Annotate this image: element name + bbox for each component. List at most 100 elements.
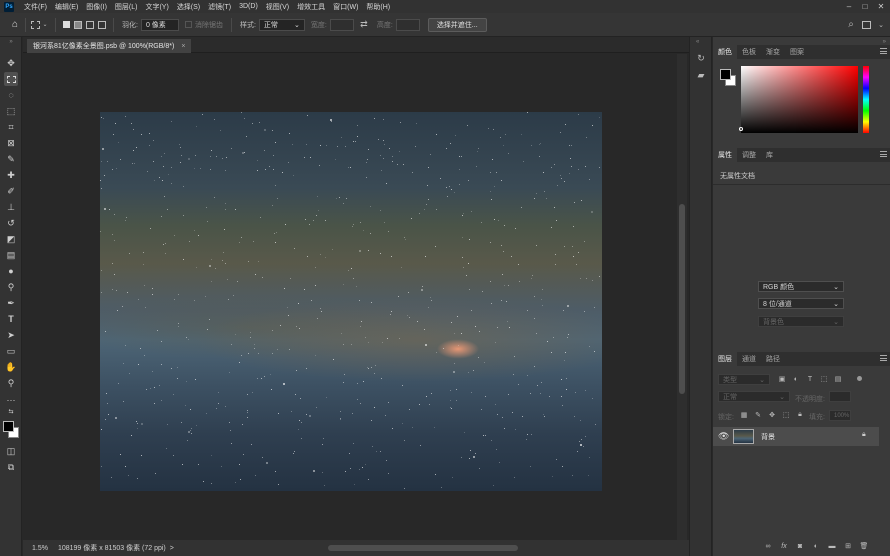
shape-filter-icon[interactable]: ⬚ bbox=[819, 374, 829, 384]
maximize-icon[interactable]: □ bbox=[858, 0, 872, 13]
frame-tool-icon[interactable]: ⊠ bbox=[4, 136, 18, 150]
lasso-tool-icon[interactable]: ◌ bbox=[4, 88, 18, 102]
marquee-tool-icon[interactable] bbox=[4, 72, 18, 86]
menu-plugins[interactable]: 增效工具 bbox=[293, 2, 329, 12]
add-selection-icon[interactable] bbox=[74, 20, 82, 29]
tab-channels[interactable]: 通道 bbox=[737, 352, 761, 366]
feather-input[interactable]: 0 像素 bbox=[140, 18, 179, 31]
layer-row[interactable]: 👁︎ 背景 🔒︎ bbox=[713, 427, 879, 446]
select-and-mask-button[interactable]: 选择并遮住... bbox=[427, 17, 487, 32]
comments-panel-icon[interactable]: ▰ bbox=[696, 70, 706, 80]
subtract-selection-icon[interactable] bbox=[86, 20, 94, 29]
intersect-selection-icon[interactable] bbox=[98, 20, 106, 29]
lock-transparent-icon[interactable]: ▦ bbox=[739, 410, 749, 420]
tab-adjustments[interactable]: 调整 bbox=[737, 148, 761, 162]
marquee-preset-icon[interactable] bbox=[31, 20, 40, 29]
color-picker-field[interactable] bbox=[741, 66, 858, 133]
zoom-level[interactable]: 1.5% bbox=[32, 545, 48, 552]
menu-view[interactable]: 视图(V) bbox=[262, 2, 293, 12]
home-icon[interactable]: ⌂ bbox=[10, 19, 20, 30]
filter-toggle-icon[interactable] bbox=[857, 376, 862, 381]
dodge-tool-icon[interactable]: ⚲ bbox=[4, 280, 18, 294]
zoom-tool-icon[interactable]: ⚲ bbox=[4, 376, 18, 390]
more-tools-icon[interactable]: ··· bbox=[4, 393, 18, 407]
close-window-icon[interactable]: ✕ bbox=[874, 0, 888, 13]
background-select[interactable]: 背景色 ⌄ bbox=[758, 316, 844, 327]
menu-type[interactable]: 文字(Y) bbox=[141, 2, 172, 12]
lock-artboard-icon[interactable]: ⬚ bbox=[781, 410, 791, 420]
blur-tool-icon[interactable]: ● bbox=[4, 264, 18, 278]
tab-properties[interactable]: 属性 bbox=[713, 148, 737, 162]
fg-swatch[interactable] bbox=[720, 69, 731, 80]
vertical-scrollbar[interactable] bbox=[677, 54, 687, 540]
link-layers-icon[interactable]: ∞ bbox=[763, 541, 773, 551]
eye-icon[interactable]: 👁︎ bbox=[718, 431, 729, 442]
panel-menu-icon[interactable] bbox=[880, 48, 887, 54]
type-tool-icon[interactable]: T bbox=[4, 312, 18, 326]
minimize-icon[interactable]: – bbox=[842, 0, 856, 13]
close-tab-icon[interactable]: × bbox=[181, 43, 185, 50]
opacity-input[interactable] bbox=[829, 391, 851, 402]
menu-help[interactable]: 帮助(H) bbox=[362, 2, 394, 12]
layer-lock-icon[interactable]: 🔒︎ bbox=[862, 431, 866, 439]
layer-name[interactable]: 背景 bbox=[761, 432, 775, 442]
add-mask-icon[interactable]: ◙ bbox=[795, 541, 805, 551]
fill-input[interactable]: 100% bbox=[829, 410, 851, 421]
rectangle-tool-icon[interactable]: ▭ bbox=[4, 344, 18, 358]
chevron-down-icon[interactable]: ⌄ bbox=[876, 20, 886, 30]
workspace-icon[interactable] bbox=[862, 20, 871, 29]
color-cursor[interactable] bbox=[739, 127, 743, 131]
menu-layer[interactable]: 图层(L) bbox=[111, 2, 142, 12]
brush-tool-icon[interactable]: ✐ bbox=[4, 184, 18, 198]
move-tool-icon[interactable]: ✥ bbox=[4, 56, 18, 70]
lock-all-icon[interactable]: 🔒︎ bbox=[795, 410, 805, 420]
pixel-filter-icon[interactable]: ▣ bbox=[777, 374, 787, 384]
menu-window[interactable]: 窗口(W) bbox=[329, 2, 362, 12]
layer-filter-select[interactable]: 类型 ⌄ bbox=[718, 374, 770, 385]
trash-icon[interactable]: 🗑︎ bbox=[859, 541, 869, 551]
new-layer-icon[interactable]: ⊞ bbox=[843, 541, 853, 551]
smart-object-filter-icon[interactable]: ▤ bbox=[833, 374, 843, 384]
layer-style-icon[interactable]: fx bbox=[779, 541, 789, 551]
tab-color[interactable]: 颜色 bbox=[713, 45, 737, 59]
document-tab[interactable]: 银河系81亿像素全景图.psb @ 100%(RGB/8*) × bbox=[27, 39, 192, 53]
width-input[interactable] bbox=[329, 18, 354, 31]
panel-menu-icon[interactable] bbox=[880, 355, 887, 361]
status-arrow[interactable]: > bbox=[170, 545, 174, 552]
menu-file[interactable]: 文件(F) bbox=[20, 2, 51, 12]
tab-layers[interactable]: 图层 bbox=[713, 352, 737, 366]
photoshop-logo[interactable]: Ps bbox=[4, 1, 14, 12]
swap-icon[interactable]: ⇄ bbox=[359, 19, 369, 30]
path-select-icon[interactable]: ➤ bbox=[4, 328, 18, 342]
healing-brush-icon[interactable]: ✚ bbox=[4, 168, 18, 182]
crop-tool-icon[interactable]: ⌗ bbox=[4, 120, 18, 134]
pen-tool-icon[interactable]: ✒ bbox=[4, 296, 18, 310]
adjustment-filter-icon[interactable]: ◐ bbox=[791, 374, 801, 384]
height-input[interactable] bbox=[395, 18, 420, 31]
menu-edit[interactable]: 编辑(E) bbox=[51, 2, 82, 12]
menu-filter[interactable]: 滤镜(T) bbox=[204, 2, 235, 12]
tab-libraries[interactable]: 库 bbox=[761, 148, 778, 162]
foreground-color-swatch[interactable] bbox=[3, 421, 14, 432]
lock-pixels-icon[interactable]: ✎ bbox=[753, 410, 763, 420]
search-icon[interactable]: ⌕ bbox=[846, 19, 856, 30]
collapse-icon[interactable]: « bbox=[696, 39, 699, 45]
adjustment-layer-icon[interactable]: ◐ bbox=[811, 541, 821, 551]
eyedropper-tool-icon[interactable]: ✎ bbox=[4, 152, 18, 166]
tab-swatches[interactable]: 色板 bbox=[737, 45, 761, 59]
bit-depth-select[interactable]: 8 位/通道 ⌄ bbox=[758, 298, 844, 309]
gradient-tool-icon[interactable]: ▤ bbox=[4, 248, 18, 262]
tab-gradients[interactable]: 渐变 bbox=[761, 45, 785, 59]
eraser-tool-icon[interactable]: ◩ bbox=[4, 232, 18, 246]
panel-menu-icon[interactable] bbox=[880, 151, 887, 157]
color-mode-select[interactable]: RGB 颜色 ⌄ bbox=[758, 281, 844, 292]
horizontal-scrollbar[interactable] bbox=[328, 545, 518, 551]
hue-slider[interactable] bbox=[863, 66, 869, 133]
history-brush-icon[interactable]: ↺ bbox=[4, 216, 18, 230]
menu-3d[interactable]: 3D(D) bbox=[235, 3, 262, 10]
new-group-icon[interactable]: ▬ bbox=[827, 541, 837, 551]
history-panel-icon[interactable]: ↻ bbox=[696, 53, 706, 63]
menu-select[interactable]: 选择(S) bbox=[173, 2, 204, 12]
style-select[interactable]: 正常 ⌄ bbox=[258, 18, 305, 31]
tab-paths[interactable]: 路径 bbox=[761, 352, 785, 366]
